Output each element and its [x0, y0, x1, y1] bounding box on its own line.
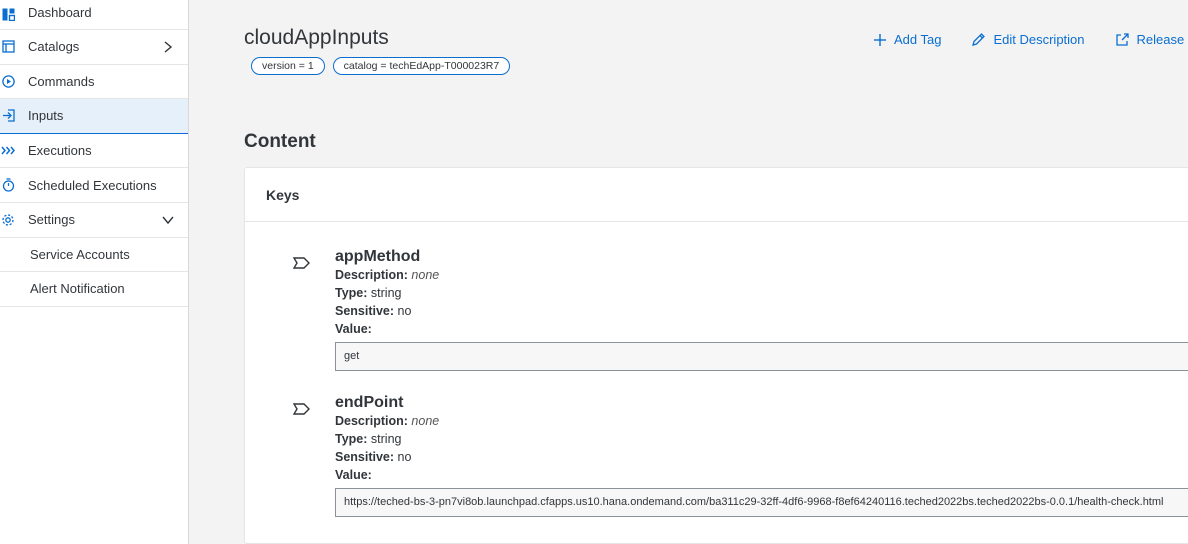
- type-value: string: [370, 286, 402, 300]
- page-title: cloudAppInputs: [244, 26, 389, 49]
- edit-description-label: Edit Description: [993, 32, 1085, 47]
- plus-icon: [874, 33, 886, 46]
- sensitive-value: no: [397, 450, 412, 464]
- add-tag-button[interactable]: Add Tag: [873, 32, 941, 47]
- panel-title: Keys: [245, 168, 1188, 222]
- timer-icon: [0, 177, 16, 193]
- sidebar-item-label: Dashboard: [28, 5, 92, 20]
- key-name: endPoint: [335, 394, 404, 411]
- sidebar-item-service-accounts[interactable]: Service Accounts: [0, 238, 188, 273]
- pencil-icon: [972, 33, 986, 46]
- sidebar-item-label: Service Accounts: [30, 246, 130, 262]
- type-label: Type:: [335, 432, 368, 446]
- description-value: none: [411, 414, 440, 428]
- add-tag-label: Add Tag: [894, 32, 942, 47]
- edit-description-button[interactable]: Edit Description: [971, 32, 1085, 47]
- key-type: Type: string: [335, 286, 401, 300]
- key-name: appMethod: [335, 248, 421, 265]
- sidebar-item-label: Executions: [28, 143, 92, 159]
- sidebar-item-inputs[interactable]: Inputs: [0, 99, 188, 134]
- sidebar-item-label: Settings: [28, 212, 75, 228]
- tag-version[interactable]: version = 1: [251, 57, 325, 75]
- sidebar-item-label: Alert Notification: [30, 281, 125, 297]
- chevron-down-icon: [162, 216, 174, 224]
- key-value-label: Value:: [335, 322, 372, 336]
- sidebar-item-commands[interactable]: Commands: [0, 65, 188, 100]
- keys-panel: Keys appMethod Description: none Type: s…: [244, 167, 1188, 544]
- sidebar-item-label: Scheduled Executions: [28, 177, 157, 193]
- key-value-label: Value:: [335, 468, 372, 482]
- release-icon: [1115, 33, 1129, 46]
- sidebar-item-dashboard[interactable]: Dashboard: [0, 0, 188, 30]
- tag-list: version = 1 catalog = techEdApp-T000023R…: [251, 57, 511, 75]
- sensitive-label: Sensitive:: [335, 450, 395, 464]
- sensitive-value: no: [397, 304, 412, 318]
- sidebar-item-label: Commands: [28, 73, 95, 89]
- value-label: Value:: [335, 468, 372, 482]
- sidebar-item-executions[interactable]: Executions: [0, 134, 188, 169]
- type-value: string: [370, 432, 402, 446]
- release-button[interactable]: Release: [1115, 32, 1185, 47]
- key-description: Description: none: [335, 414, 439, 428]
- sidebar-item-label: Inputs: [28, 108, 64, 124]
- type-label: Type:: [335, 286, 368, 300]
- key-type: Type: string: [335, 432, 401, 446]
- key-value-field[interactable]: https://teched-bs-3-pn7vi8ob.launchpad.c…: [335, 488, 1188, 517]
- dashboard-icon: [0, 6, 16, 22]
- gear-icon: [0, 212, 16, 228]
- tag-catalog[interactable]: catalog = techEdApp-T000023R7: [332, 57, 511, 75]
- key-value-field[interactable]: get: [335, 342, 1188, 371]
- key-label-icon: [292, 403, 310, 415]
- key-sensitive: Sensitive: no: [335, 304, 411, 318]
- input-icon: [0, 108, 16, 124]
- value-label: Value:: [335, 322, 372, 336]
- chevron-right-icon: [164, 41, 173, 53]
- description-label: Description:: [335, 414, 408, 428]
- key-sensitive: Sensitive: no: [335, 450, 411, 464]
- catalog-icon: [0, 39, 16, 55]
- sidebar-item-settings[interactable]: Settings: [0, 203, 188, 238]
- key-description: Description: none: [335, 268, 439, 282]
- key-label-icon: [292, 257, 310, 269]
- sidebar-item-catalogs[interactable]: Catalogs: [0, 30, 188, 65]
- sidebar-item-alert-notification[interactable]: Alert Notification: [0, 272, 188, 307]
- main-content: cloudAppInputs version = 1 catalog = tec…: [189, 0, 1188, 544]
- sidebar-item-label: Catalogs: [28, 39, 80, 55]
- sidebar: Dashboard Catalogs Commands Inputs Execu…: [0, 0, 189, 544]
- section-title: Content: [244, 131, 316, 152]
- release-label: Release: [1136, 32, 1185, 47]
- header-actions: Add Tag Edit Description Release: [873, 32, 1184, 47]
- sidebar-item-scheduled-executions[interactable]: Scheduled Executions: [0, 168, 188, 203]
- executions-icon: [0, 143, 16, 159]
- description-label: Description:: [335, 268, 408, 282]
- command-icon: [0, 73, 16, 89]
- description-value: none: [411, 268, 440, 282]
- sensitive-label: Sensitive:: [335, 304, 395, 318]
